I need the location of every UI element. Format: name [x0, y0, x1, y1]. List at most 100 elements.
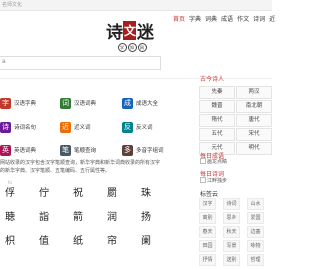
tag[interactable]: 哲理	[247, 254, 264, 266]
tool-jinyici[interactable]: 近 近义词	[60, 120, 120, 144]
main-nav: 首页 字典 词典 成语 作文 诗词 近	[173, 14, 275, 26]
search-input[interactable]: a	[0, 56, 161, 70]
nav-home[interactable]: 首页	[173, 14, 185, 26]
char-glyph: 枳	[5, 236, 15, 247]
search-query: a	[2, 58, 6, 65]
stroke-order-icon: 笔	[60, 145, 71, 156]
image-icon	[200, 158, 206, 164]
char-cell[interactable]: 值	[34, 232, 54, 252]
char-cell[interactable]: 珠	[136, 184, 156, 204]
char-cell[interactable]: 枳	[0, 232, 20, 252]
char-cell[interactable]: 扬	[136, 208, 156, 228]
char-cell[interactable]: 罽	[102, 184, 122, 204]
logo-char-mid: 文	[123, 21, 136, 40]
poet-era-button[interactable]: 明代	[236, 142, 272, 155]
nav-jin[interactable]: 近	[269, 14, 275, 26]
divider	[0, 78, 272, 79]
tool-label: 笔顺查询	[74, 148, 97, 154]
tag[interactable]: 诗词	[223, 198, 240, 210]
tag[interactable]: 秋天	[223, 226, 240, 238]
tool-label: 反义词	[136, 125, 153, 131]
char-glyph: 珠	[141, 188, 151, 199]
logo-char-left: 诗	[106, 23, 123, 43]
poem-link-text: 江畔独步	[207, 178, 228, 184]
tool-shici[interactable]: 诗 诗词名句	[0, 120, 60, 144]
idiom-link[interactable]: 画龙点睛	[200, 158, 227, 165]
char-cell[interactable]: 祝	[68, 184, 88, 204]
nav-zidian[interactable]: 字典	[189, 14, 201, 26]
tool-fanyici[interactable]: 反 反义词	[122, 120, 182, 144]
poets-title: 古今诗人	[200, 76, 225, 83]
char-glyph: 扬	[141, 212, 151, 223]
tag[interactable]: 山水	[247, 198, 264, 210]
char-glyph: 詣	[39, 212, 49, 223]
logo-sub-2: 知	[128, 43, 137, 52]
idiom-link-text: 画龙点睛	[207, 159, 228, 165]
char-cell[interactable]: fú 俘	[0, 180, 20, 204]
antonym-icon: 反	[122, 122, 133, 133]
char-cell[interactable]: 箭	[68, 208, 88, 228]
char-glyph: 俘	[5, 188, 15, 199]
nav-shici[interactable]: 诗词	[253, 14, 265, 26]
logo-sub-1: 学	[118, 43, 127, 52]
char-glyph: 聴	[5, 212, 15, 223]
poet-era-button[interactable]: 唐代	[236, 114, 272, 127]
tag[interactable]: 边塞	[247, 226, 264, 238]
tag[interactable]: 春天	[199, 226, 216, 238]
nav-zuowen[interactable]: 作文	[237, 14, 249, 26]
char-glyph: 祝	[73, 188, 83, 199]
poet-era-button[interactable]: 南北朝	[236, 100, 272, 113]
tag[interactable]: 咏物	[247, 240, 264, 252]
tag[interactable]: 送别	[223, 254, 240, 266]
char-cell[interactable]: 詣	[34, 208, 54, 228]
char-cell[interactable]: 帘	[102, 232, 122, 252]
top-bar-text: 名师文化	[2, 2, 23, 8]
tool-label: 英语词典	[14, 148, 37, 154]
char-glyph: 润	[107, 212, 117, 223]
char-glyph: 纸	[73, 236, 83, 247]
tool-label: 多音字组词	[136, 148, 164, 154]
tool-chengyu[interactable]: 成 成语大全	[122, 96, 182, 120]
tag[interactable]: 田园	[199, 240, 216, 252]
dictionary-icon: 字	[0, 98, 11, 109]
char-glyph: 佇	[39, 188, 49, 199]
char-pinyin: fú	[8, 180, 12, 185]
poet-era-button[interactable]: 两汉	[236, 86, 272, 99]
tag[interactable]: 思乡	[223, 212, 240, 224]
poem-link[interactable]: 江畔独步	[200, 177, 227, 184]
poet-era-button[interactable]: 宋代	[236, 128, 272, 141]
nav-chengyu[interactable]: 成语	[221, 14, 233, 26]
char-glyph: 值	[39, 236, 49, 247]
tool-label: 汉语字典	[14, 101, 37, 107]
site-logo[interactable]: 诗文迷 学知网	[104, 18, 168, 60]
poet-era-button[interactable]: 魏晋	[199, 100, 235, 113]
english-dictionary-icon: 英	[0, 145, 11, 156]
poet-era-button[interactable]: 五代	[199, 128, 235, 141]
tag[interactable]: 汉字	[199, 198, 216, 210]
char-glyph: 箭	[73, 212, 83, 223]
poet-era-button[interactable]: 隋代	[199, 114, 235, 127]
tag[interactable]: 离别	[199, 212, 216, 224]
polyphone-icon: 多	[122, 145, 133, 156]
tags-title: 标签云	[200, 191, 219, 198]
char-cell[interactable]: 聴	[0, 208, 20, 228]
nav-cidian[interactable]: 词典	[205, 14, 217, 26]
tool-hanyu-zidian[interactable]: 字 汉语字典	[0, 96, 60, 120]
char-glyph: 罽	[107, 188, 117, 199]
char-cell[interactable]: 纸	[68, 232, 88, 252]
char-cell[interactable]: 润	[102, 208, 122, 228]
tool-label: 诗词名句	[14, 125, 37, 131]
char-cell[interactable]: 佇	[34, 184, 54, 204]
char-glyph: 阑	[141, 236, 151, 247]
char-cell[interactable]: 阑	[136, 232, 156, 252]
char-glyph: 帘	[107, 236, 117, 247]
top-bar: 名师文化	[0, 0, 272, 11]
tool-label: 成语大全	[136, 101, 159, 107]
poet-era-button[interactable]: 先秦	[199, 86, 235, 99]
tag[interactable]: 写景	[223, 240, 240, 252]
tag[interactable]: 抒情	[199, 254, 216, 266]
tool-label: 汉语词典	[74, 101, 97, 107]
tag[interactable]: 爱国	[247, 212, 264, 224]
tool-hanyu-cidian[interactable]: 词 汉语词典	[60, 96, 120, 120]
image-icon	[200, 177, 206, 183]
